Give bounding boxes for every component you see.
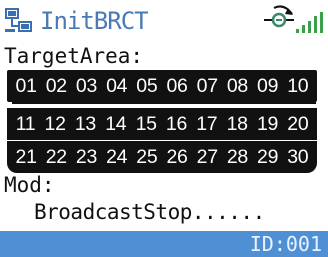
target-area-cell[interactable]: 08 bbox=[226, 75, 249, 98]
target-area-cell[interactable]: 10 bbox=[286, 75, 309, 98]
target-area-cell[interactable]: 16 bbox=[165, 113, 188, 136]
target-area-cell[interactable]: 04 bbox=[105, 75, 128, 98]
target-area-cell[interactable]: 15 bbox=[135, 113, 158, 136]
target-area-row-2: 11 12 13 14 15 16 17 18 19 20 bbox=[7, 108, 317, 140]
network-icon bbox=[5, 8, 32, 32]
device-id: ID:001 bbox=[249, 232, 322, 256]
title-bar: InitBRCT bbox=[0, 0, 328, 42]
target-area-cell[interactable]: 27 bbox=[196, 146, 219, 169]
target-area-cell[interactable]: 05 bbox=[135, 75, 158, 98]
target-area-cell[interactable]: 18 bbox=[226, 113, 249, 136]
target-area-cell[interactable]: 26 bbox=[165, 146, 188, 169]
target-area-cell[interactable]: 02 bbox=[45, 75, 68, 98]
target-area-cell[interactable]: 24 bbox=[105, 146, 128, 169]
target-area-cell[interactable]: 11 bbox=[15, 113, 37, 136]
target-area-cell[interactable]: 06 bbox=[165, 75, 188, 98]
target-area-cell[interactable]: 09 bbox=[256, 75, 279, 98]
target-area-cell[interactable]: 23 bbox=[75, 146, 98, 169]
target-area-cell[interactable]: 14 bbox=[104, 113, 127, 136]
target-area-cell[interactable]: 07 bbox=[196, 75, 219, 98]
connection-icon bbox=[264, 5, 294, 28]
target-area-cell[interactable]: 29 bbox=[256, 146, 279, 169]
divider bbox=[12, 102, 316, 104]
target-area-row-1: 01 02 03 04 05 06 07 08 09 10 bbox=[7, 70, 317, 102]
mod-label: Mod: bbox=[4, 173, 55, 197]
target-area-cell[interactable]: 21 bbox=[15, 146, 38, 169]
target-area-cell[interactable]: 17 bbox=[195, 113, 218, 136]
app-title: InitBRCT bbox=[40, 7, 149, 35]
target-area-cell[interactable]: 20 bbox=[286, 113, 309, 136]
target-area-cell[interactable]: 22 bbox=[45, 146, 68, 169]
broadcast-status: BroadcastStop...... bbox=[34, 200, 265, 224]
footer-bar: ID:001 bbox=[0, 231, 328, 257]
target-area-cell[interactable]: 25 bbox=[135, 146, 158, 169]
signal-strength-icon bbox=[296, 12, 323, 33]
target-area-cell[interactable]: 28 bbox=[226, 146, 249, 169]
target-area-cell[interactable]: 12 bbox=[44, 113, 67, 136]
target-area-cell[interactable]: 13 bbox=[74, 113, 97, 136]
target-area-cell[interactable]: 30 bbox=[286, 146, 309, 169]
target-area-cell[interactable]: 03 bbox=[75, 75, 98, 98]
target-area-row-3: 21 22 23 24 25 26 27 28 29 30 bbox=[7, 141, 317, 173]
target-area-label: TargetArea: bbox=[4, 44, 144, 68]
target-area-cell[interactable]: 19 bbox=[256, 113, 279, 136]
target-area-cell[interactable]: 01 bbox=[15, 75, 38, 98]
